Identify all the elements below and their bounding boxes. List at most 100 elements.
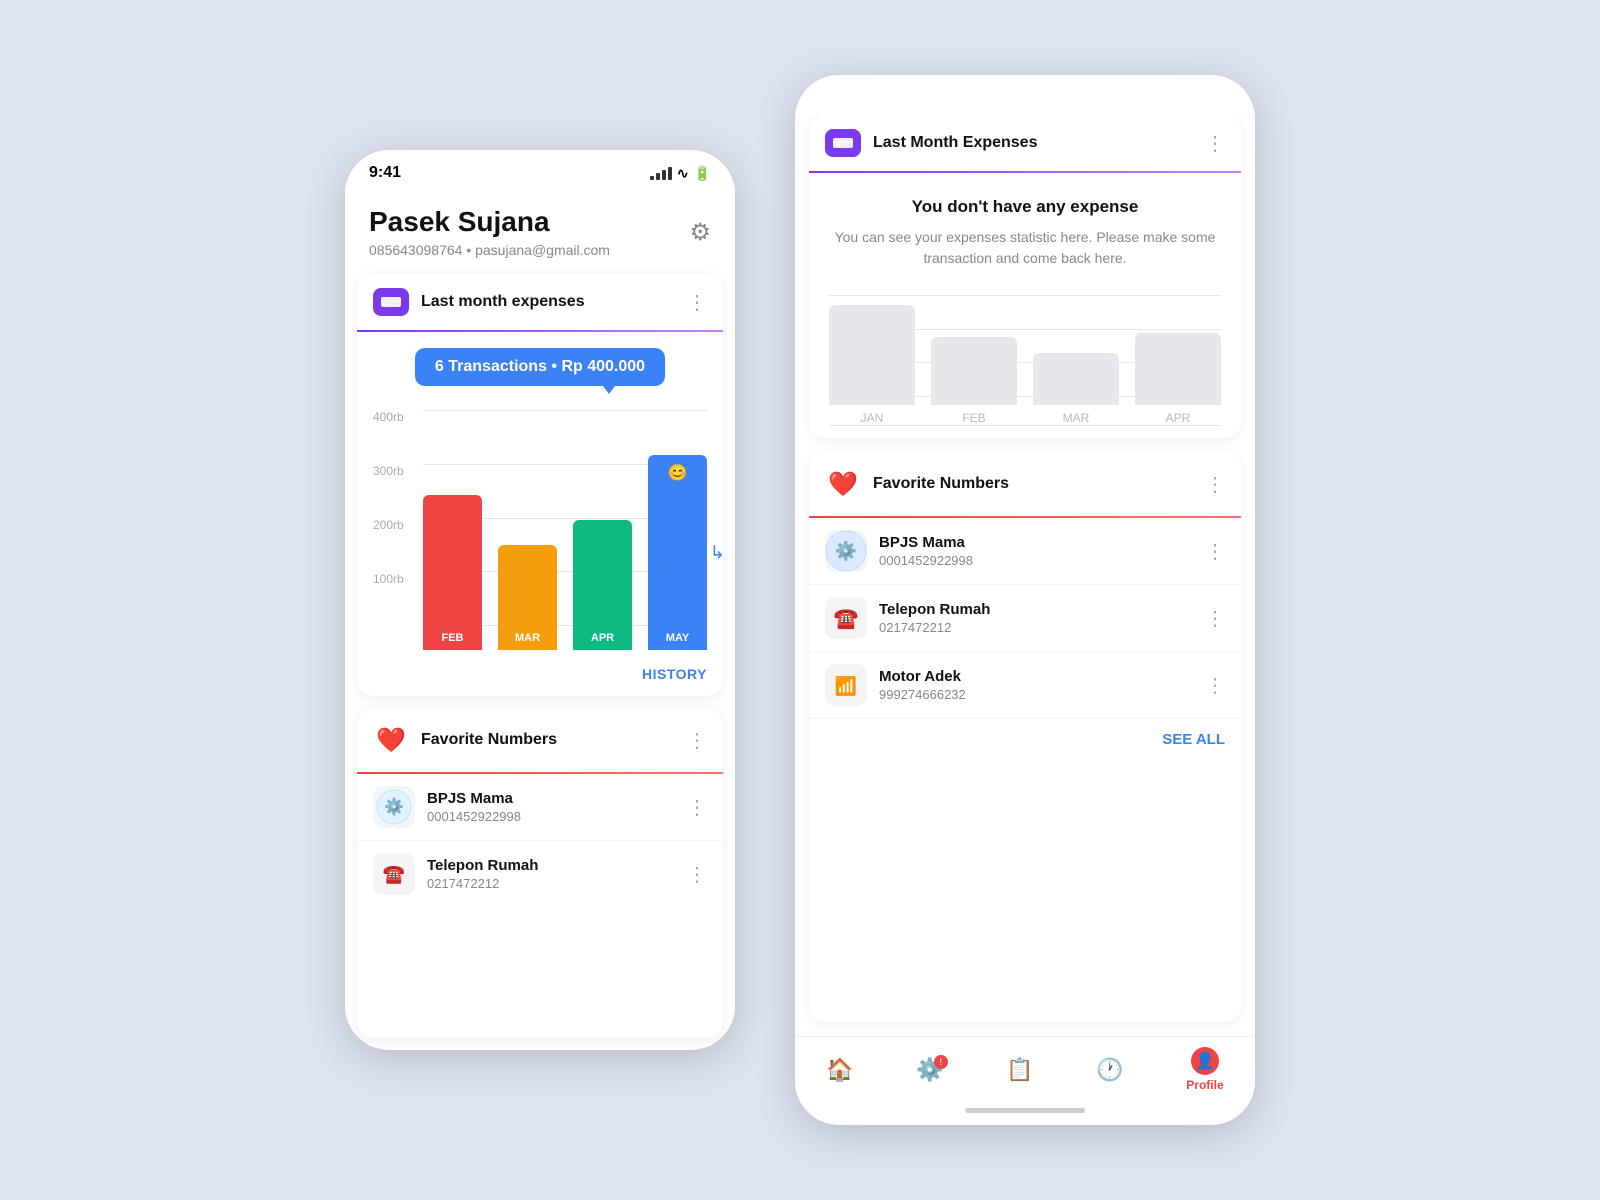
see-all-button[interactable]: SEE ALL [1162,731,1225,748]
nav-profile[interactable]: 👤 Profile [1186,1047,1223,1092]
fav-name-telepon-right: Telepon Rumah [879,601,1193,618]
fav-name-telepon-left: Telepon Rumah [427,857,675,874]
more-bpjs-left[interactable]: ⋮ [687,795,707,820]
status-bar-right [795,75,1255,115]
bar-feb: FEB [423,495,482,650]
more-telepon-left[interactable]: ⋮ [687,862,707,887]
chart-area: 6 Transactions • Rp 400.000 400rb 300rb … [357,332,723,658]
card-icon-purple-right [825,129,861,157]
fav-info-motor-right: Motor Adek 999274666232 [879,668,1193,702]
fav-number-motor-right: 999274666232 [879,687,1193,702]
fav-name-bpjs-right: BPJS Mama [879,534,1193,551]
fav-icon-bpjs-right: ⚙️ [825,530,867,572]
more-button-left[interactable]: ⋮ [687,290,707,315]
fav-name-motor-right: Motor Adek [879,668,1193,685]
more-bpjs-right[interactable]: ⋮ [1205,539,1225,564]
fav-card-title-left: Favorite Numbers [421,731,675,749]
fav-item-telepon-right[interactable]: ☎️ Telepon Rumah 0217472212 ⋮ [809,585,1241,652]
right-phone: Last Month Expenses ⋮ You don't have any… [795,75,1255,1125]
fav-card-title-right: Favorite Numbers [873,475,1193,493]
fav-icon-bpjs-left: ⚙️ [373,786,415,828]
more-telepon-right[interactable]: ⋮ [1205,606,1225,631]
fav-item-motor-right[interactable]: 📶 Motor Adek 999274666232 ⋮ [809,652,1241,719]
card-title-left: Last month expenses [421,293,675,311]
user-info: Pasek Sujana 085643098764 • pasujana@gma… [369,206,610,258]
wallet-icon: 📋 [1006,1057,1033,1083]
user-header: Pasek Sujana 085643098764 • pasujana@gma… [345,188,735,274]
settings-button[interactable]: ⚙ [689,218,711,247]
signal-icon [650,167,672,180]
profile-label: Profile [1186,1078,1223,1092]
empty-title: You don't have any expense [829,197,1221,217]
bar-label-may: MAY [666,632,689,644]
fav-number-bpjs-right: 0001452922998 [879,553,1193,568]
nav-home[interactable]: 🏠 [826,1057,853,1083]
more-button-fav-right[interactable]: ⋮ [1205,472,1225,497]
battery-icon: 🔋 [694,165,711,182]
gray-bar-jan: JAN [829,305,915,425]
nav-history[interactable]: 🕐 [1096,1057,1123,1083]
svg-text:⚙️: ⚙️ [835,540,857,561]
status-bar-left: 9:41 ∿ 🔋 [345,150,735,188]
time-left: 9:41 [369,164,401,182]
gray-month-apr: APR [1166,411,1191,425]
bar-mar: MAR [498,545,557,650]
gray-bar-apr: APR [1135,333,1221,425]
more-motor-right[interactable]: ⋮ [1205,673,1225,698]
nav-wallet[interactable]: 📋 [1006,1057,1033,1083]
card-title-right: Last Month Expenses [873,134,1193,152]
card-header-left: Last month expenses ⋮ [357,274,723,330]
svg-text:☎️: ☎️ [834,608,859,630]
y-label-200: 200rb [373,518,404,532]
fav-info-telepon-right: Telepon Rumah 0217472212 [879,601,1193,635]
bar-label-mar: MAR [515,632,540,644]
svg-text:📶: 📶 [835,675,857,696]
chart-bottom-line [829,425,1221,426]
card-header-right: Last Month Expenses ⋮ [809,115,1241,171]
y-label-400: 400rb [373,410,404,424]
bar-label-apr: APR [591,632,614,644]
y-label-100: 100rb [373,572,404,586]
card-icon-heart: ❤️ [373,722,409,758]
fav-info-telepon-left: Telepon Rumah 0217472212 [427,857,675,891]
right-arrow-icon[interactable]: ↳ [710,542,723,563]
fav-card-header-right: ❤️ Favorite Numbers ⋮ [809,452,1241,516]
fav-item-bpjs-left[interactable]: ⚙️ BPJS Mama 0001452922998 ⋮ [357,774,723,841]
gray-bar-jan-bar [829,305,915,405]
card-icon-heart-right: ❤️ [825,466,861,502]
bar-group-may: 😊 MAY ↳ [648,455,707,650]
y-axis: 400rb 300rb 200rb 100rb [373,410,412,626]
svg-text:⚙️: ⚙️ [384,797,404,816]
bar-label-feb: FEB [442,632,464,644]
nav-settings[interactable]: ⚙️ ! [916,1057,943,1083]
tooltip-bubble: 6 Transactions • Rp 400.000 [415,348,665,386]
gray-bar-feb: FEB [931,337,1017,425]
fav-number-telepon-left: 0217472212 [427,876,675,891]
profile-avatar: 👤 [1191,1047,1219,1075]
fav-icon-telepon-left: ☎️ [373,853,415,895]
fav-number-bpjs-left: 0001452922998 [427,809,675,824]
fav-card-header-left: ❤️ Favorite Numbers ⋮ [357,708,723,772]
gray-bar-apr-bar [1135,333,1221,405]
more-button-right[interactable]: ⋮ [1205,131,1225,156]
bar-group-apr: APR [573,520,632,650]
fav-info-bpjs-left: BPJS Mama 0001452922998 [427,790,675,824]
fav-info-bpjs-right: BPJS Mama 0001452922998 [879,534,1193,568]
fav-item-telepon-left[interactable]: ☎️ Telepon Rumah 0217472212 ⋮ [357,841,723,907]
bar-may: 😊 MAY [648,455,707,650]
user-details: 085643098764 • pasujana@gmail.com [369,242,610,258]
history-link[interactable]: HISTORY [357,658,723,696]
more-button-fav-left[interactable]: ⋮ [687,728,707,753]
fav-item-bpjs-right[interactable]: ⚙️ BPJS Mama 0001452922998 ⋮ [809,518,1241,585]
nav-badge: ! [934,1055,948,1069]
bar-group-mar: MAR [498,545,557,650]
gray-bar-mar: MAR [1033,353,1119,425]
bottom-nav: 🏠 ⚙️ ! 📋 🕐 👤 Profile [795,1036,1255,1100]
last-month-card-right: Last Month Expenses ⋮ You don't have any… [809,115,1241,438]
fav-icon-motor-right: 📶 [825,664,867,706]
y-label-300: 300rb [373,464,404,478]
home-indicator [965,1108,1085,1113]
fav-card-right: ❤️ Favorite Numbers ⋮ ⚙️ BPJS Mama 00014… [809,452,1241,1022]
history-icon: 🕐 [1096,1057,1123,1083]
smiley-icon: 😊 [668,463,688,483]
